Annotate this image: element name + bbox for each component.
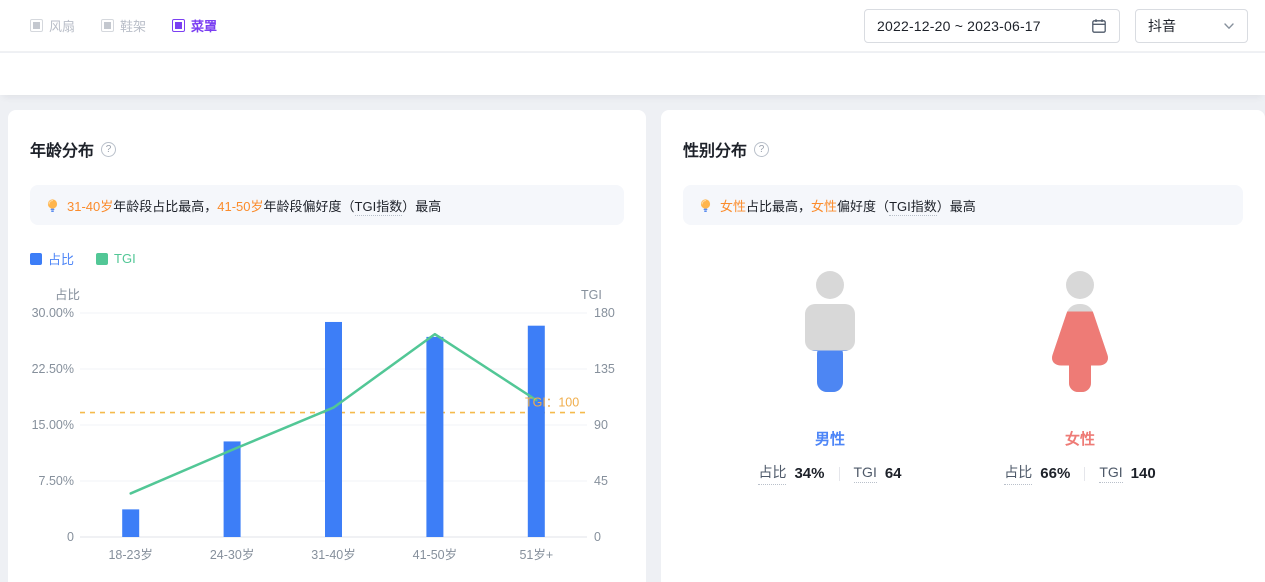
gender-label: 男性 xyxy=(815,428,845,449)
top-toolbar: 风扇 鞋架 菜罩 2022-12-20 ~ 2023-06-17 抖音 xyxy=(0,0,1265,52)
stat-divider xyxy=(839,467,840,481)
tgi-100-label: TGI：100 xyxy=(525,396,579,410)
lightbulb-icon xyxy=(698,198,713,213)
keyword-tab-菜罩[interactable]: 菜罩 xyxy=(172,16,217,35)
legend-label: 占比 xyxy=(48,249,74,268)
gender-block-male: 男性占比 34% TGI 64 xyxy=(710,270,950,485)
stat-divider xyxy=(1084,467,1085,481)
bar-24-30岁 xyxy=(224,441,241,537)
insight-segment: TGI指数 xyxy=(355,199,403,216)
left-axis-tick: 7.50% xyxy=(39,474,74,488)
ratio-term: 占比 xyxy=(1004,462,1032,485)
keyword-tab-鞋架[interactable]: 鞋架 xyxy=(101,16,146,35)
legend-label: TGI xyxy=(114,251,136,266)
gender-insight-banner: 女性占比最高，女性偏好度（TGI指数）最高 xyxy=(683,185,1243,225)
legend-swatch-icon xyxy=(96,253,108,265)
lightbulb-icon xyxy=(45,198,60,213)
ratio-value: 66% xyxy=(1040,465,1070,482)
right-axis-tick: 90 xyxy=(594,418,608,432)
legend-swatch-icon xyxy=(30,253,42,265)
right-axis-tick: 45 xyxy=(594,474,608,488)
platform-select[interactable]: 抖音 xyxy=(1135,9,1248,43)
keyword-tab-label: 菜罩 xyxy=(191,16,217,35)
gender-stats: 占比 66% TGI 140 xyxy=(1004,462,1155,485)
tgi-term: TGI xyxy=(854,464,877,483)
male-figure-icon xyxy=(785,270,875,392)
right-axis-tick: 135 xyxy=(594,362,615,376)
age-panel-title: 年龄分布 xyxy=(30,137,94,161)
ratio-term: 占比 xyxy=(758,462,786,485)
insight-segment: 31-40岁 xyxy=(67,199,113,214)
x-axis-label: 41-50岁 xyxy=(413,547,457,562)
bar-31-40岁 xyxy=(325,322,342,537)
gender-figures: 男性占比 34% TGI 64 女性占比 66% TGI 140 xyxy=(661,270,1265,485)
insight-segment: 年龄段偏好度（ xyxy=(264,199,355,214)
insight-segment: 女性 xyxy=(720,199,746,214)
platform-select-value: 抖音 xyxy=(1148,16,1223,36)
chevron-down-icon xyxy=(1223,20,1235,32)
date-range-value: 2022-12-20 ~ 2023-06-17 xyxy=(877,18,1091,34)
gender-insight-text: 女性占比最高，女性偏好度（TGI指数）最高 xyxy=(720,196,976,215)
right-axis-title: TGI xyxy=(581,288,602,302)
x-axis-label: 31-40岁 xyxy=(311,547,355,562)
female-figure-icon xyxy=(1035,270,1125,392)
x-axis-label: 18-23岁 xyxy=(108,547,152,562)
age-distribution-panel: 年龄分布 ? 31-40岁年龄段占比最高，41-50岁年龄段偏好度（TGI指数）… xyxy=(8,110,646,582)
insight-segment: 女性 xyxy=(811,199,837,214)
tgi-value: 140 xyxy=(1131,465,1156,482)
left-axis-tick: 0 xyxy=(67,530,74,544)
gender-panel-title: 性别分布 xyxy=(683,137,747,161)
insight-segment: 占比最高， xyxy=(746,199,811,214)
gender-distribution-panel: 性别分布 ? 女性占比最高，女性偏好度（TGI指数）最高 男性占比34%TGI6… xyxy=(661,110,1265,582)
insight-segment: 偏好度（ xyxy=(837,199,889,214)
bar-51岁+ xyxy=(528,326,545,537)
insight-segment: TGI指数 xyxy=(889,199,937,216)
right-axis-tick: 0 xyxy=(594,530,601,544)
left-axis-tick: 15.00% xyxy=(32,418,74,432)
x-axis-label: 51岁+ xyxy=(519,547,553,562)
insight-segment: 年龄段占比最高， xyxy=(113,199,217,214)
bar-41-50岁 xyxy=(426,337,443,537)
checkbox-icon xyxy=(172,19,185,32)
toolbar-sub-strip xyxy=(0,53,1265,95)
bar-18-23岁 xyxy=(122,509,139,537)
calendar-icon xyxy=(1091,18,1107,34)
tgi-value: 64 xyxy=(885,465,902,482)
tgi-term: TGI xyxy=(1099,464,1122,483)
keyword-tab-label: 鞋架 xyxy=(120,16,146,35)
keyword-tab-label: 风扇 xyxy=(49,16,75,35)
help-icon[interactable]: ? xyxy=(754,142,769,157)
left-axis-tick: 22.50% xyxy=(32,362,74,376)
age-chart: 30.00% 180 22.50% 135 15.00% 90 7.50% 45 0 0 占比 TGI… xyxy=(8,280,646,582)
ratio-value: 34% xyxy=(794,465,824,482)
right-axis-tick: 180 xyxy=(594,306,615,320)
left-axis-tick: 30.00% xyxy=(32,306,74,320)
checkbox-icon xyxy=(30,19,43,32)
age-insight-banner: 31-40岁年龄段占比最高，41-50岁年龄段偏好度（TGI指数）最高 xyxy=(30,185,624,225)
checkbox-icon xyxy=(101,19,114,32)
keyword-tab-风扇[interactable]: 风扇 xyxy=(30,16,75,35)
chart-legend: 占比 TGI xyxy=(30,249,624,268)
gender-label: 女性 xyxy=(1065,428,1095,449)
age-insight-text: 31-40岁年龄段占比最高，41-50岁年龄段偏好度（TGI指数）最高 xyxy=(67,196,441,215)
keyword-tab-group: 风扇 鞋架 菜罩 xyxy=(30,16,217,35)
insight-segment: ）最高 xyxy=(402,199,441,214)
date-range-picker[interactable]: 2022-12-20 ~ 2023-06-17 xyxy=(864,9,1120,43)
help-icon[interactable]: ? xyxy=(101,142,116,157)
age-chart-svg: 30.00% 180 22.50% 135 15.00% 90 7.50% 45 0 0 占比 TGI… xyxy=(8,280,646,582)
gender-block-female: 女性占比 66% TGI 140 xyxy=(960,270,1200,485)
left-axis-title: 占比 xyxy=(55,287,80,302)
x-axis-label: 24-30岁 xyxy=(210,547,254,562)
legend-item-占比[interactable]: 占比 xyxy=(30,249,74,268)
insight-segment: ）最高 xyxy=(937,199,976,214)
gender-stats: 占比 34% TGI 64 xyxy=(758,462,901,485)
legend-item-TGI[interactable]: TGI xyxy=(96,251,136,266)
dashboard-content: 年龄分布 ? 31-40岁年龄段占比最高，41-50岁年龄段偏好度（TGI指数）… xyxy=(0,110,1265,582)
insight-segment: 41-50岁 xyxy=(217,199,263,214)
toolbar-controls: 2022-12-20 ~ 2023-06-17 抖音 xyxy=(864,9,1248,43)
